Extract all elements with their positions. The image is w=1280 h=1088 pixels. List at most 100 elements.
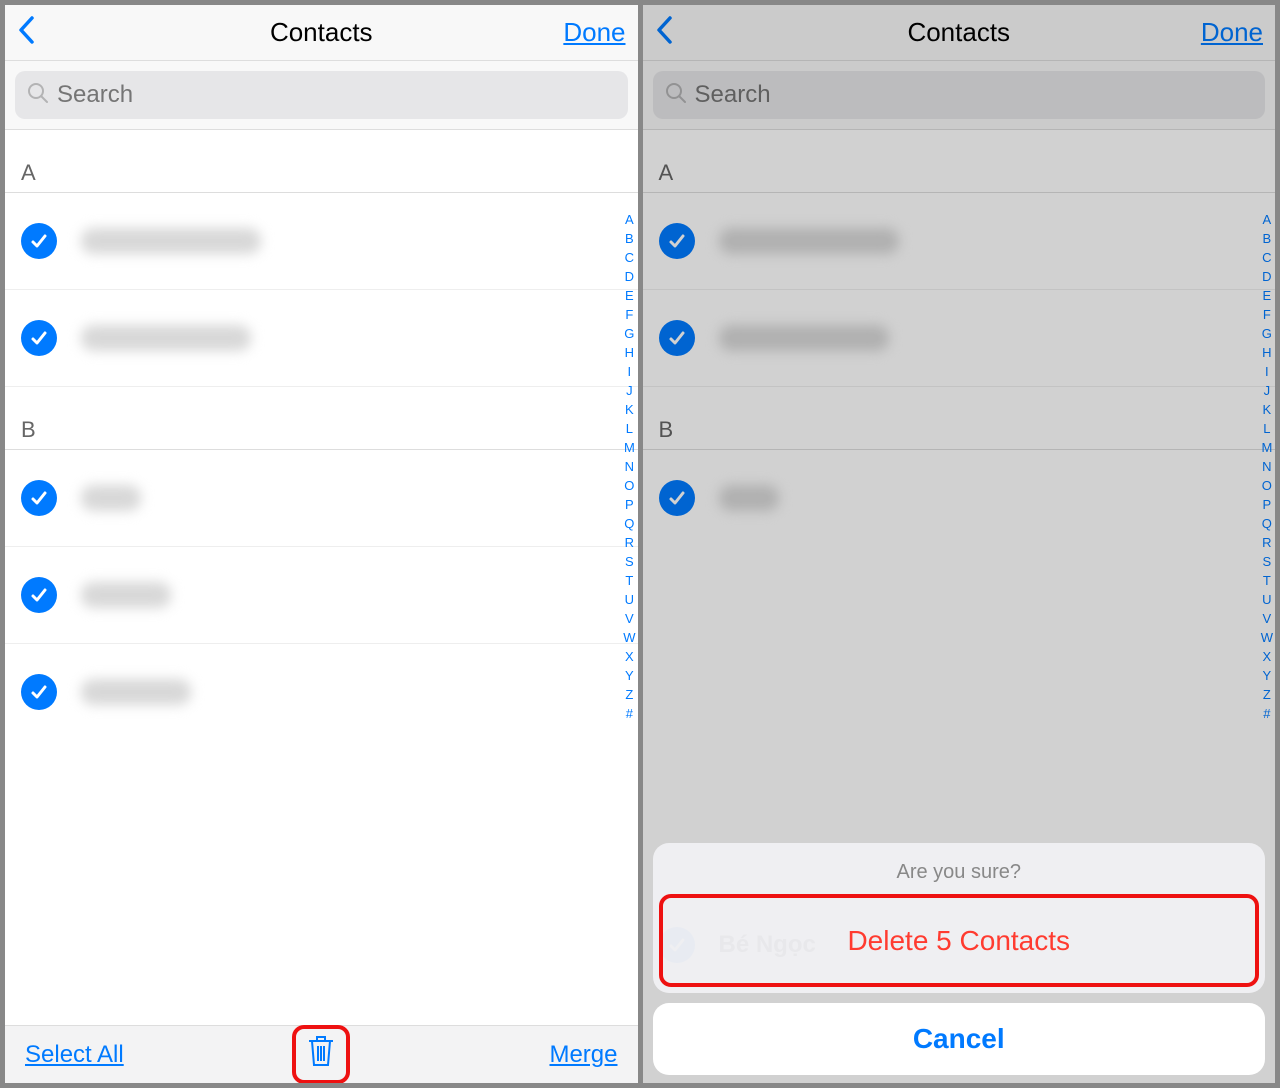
alpha-index-letter[interactable]: G <box>1261 324 1273 343</box>
contact-row <box>643 450 1276 546</box>
alpha-index-letter[interactable]: K <box>1261 400 1273 419</box>
alpha-index-letter[interactable]: I <box>1261 362 1273 381</box>
alpha-index-letter[interactable]: Q <box>623 514 635 533</box>
page-title: Contacts <box>270 17 373 48</box>
checkmark-icon[interactable] <box>21 223 57 259</box>
search-bar <box>643 61 1276 130</box>
alpha-index-letter[interactable]: T <box>623 571 635 590</box>
checkmark-icon[interactable] <box>21 320 57 356</box>
alpha-index-letter[interactable]: # <box>1261 704 1273 723</box>
alpha-index-letter[interactable]: X <box>1261 647 1273 666</box>
alpha-index-letter[interactable]: E <box>1261 286 1273 305</box>
alpha-index-letter[interactable]: O <box>1261 476 1273 495</box>
alpha-index-letter[interactable]: W <box>1261 628 1273 647</box>
alpha-index-letter[interactable]: S <box>1261 552 1273 571</box>
alpha-index-letter[interactable]: N <box>1261 457 1273 476</box>
search-input[interactable] <box>57 81 616 109</box>
alpha-index-letter[interactable]: L <box>1261 419 1273 438</box>
cancel-button[interactable]: Cancel <box>653 1003 1266 1075</box>
screen-delete-confirm: Contacts Done AB ABCDEFGHIJKLMNOPQRSTUVW… <box>643 5 1276 1083</box>
contact-name-blurred <box>719 228 899 254</box>
alpha-index-letter[interactable]: M <box>623 438 635 457</box>
alpha-index-letter[interactable]: P <box>623 495 635 514</box>
alpha-index-letter[interactable]: H <box>623 343 635 362</box>
alpha-index-letter[interactable]: B <box>623 229 635 248</box>
alpha-index-letter[interactable]: F <box>1261 305 1273 324</box>
done-button: Done <box>1201 17 1263 48</box>
alpha-index-letter[interactable]: A <box>623 210 635 229</box>
section-header: B <box>643 387 1276 450</box>
delete-button-highlight <box>292 1025 350 1083</box>
search-icon <box>27 82 49 109</box>
alpha-index-letter[interactable]: L <box>623 419 635 438</box>
alpha-index-letter[interactable]: Z <box>1261 685 1273 704</box>
alpha-index-letter[interactable]: H <box>1261 343 1273 362</box>
delete-contacts-button[interactable]: Delete 5 Contacts <box>663 898 1256 983</box>
section-header: A <box>643 130 1276 193</box>
alpha-index-letter[interactable]: V <box>623 609 635 628</box>
alpha-index-letter[interactable]: # <box>623 704 635 723</box>
search-icon <box>665 82 687 109</box>
merge-button[interactable]: Merge <box>549 1041 617 1069</box>
checkmark-icon[interactable] <box>659 480 695 516</box>
checkmark-icon[interactable] <box>659 223 695 259</box>
trash-icon[interactable] <box>306 1033 336 1076</box>
back-icon <box>655 15 675 50</box>
alpha-index-letter[interactable]: Y <box>623 666 635 685</box>
alpha-index[interactable]: ABCDEFGHIJKLMNOPQRSTUVWXYZ# <box>623 210 635 723</box>
alpha-index-letter[interactable]: V <box>1261 609 1273 628</box>
alpha-index-letter[interactable]: W <box>623 628 635 647</box>
alpha-index-letter[interactable]: S <box>623 552 635 571</box>
alpha-index-letter[interactable]: G <box>623 324 635 343</box>
alpha-index-letter[interactable]: F <box>623 305 635 324</box>
checkmark-icon[interactable] <box>21 577 57 613</box>
search-field[interactable] <box>15 71 628 119</box>
alpha-index-letter[interactable]: N <box>623 457 635 476</box>
checkmark-icon[interactable] <box>659 320 695 356</box>
alpha-index-letter[interactable]: D <box>1261 267 1273 286</box>
alpha-index-letter[interactable]: K <box>623 400 635 419</box>
alpha-index-letter[interactable]: R <box>1261 533 1273 552</box>
contact-name-blurred <box>81 582 171 608</box>
alpha-index-letter[interactable]: Z <box>623 685 635 704</box>
alpha-index-letter[interactable]: R <box>623 533 635 552</box>
alpha-index-letter[interactable]: D <box>623 267 635 286</box>
alpha-index-letter[interactable]: A <box>1261 210 1273 229</box>
alpha-index-letter[interactable]: Y <box>1261 666 1273 685</box>
contact-name-blurred <box>719 325 889 351</box>
contact-name-blurred <box>81 228 261 254</box>
contact-row[interactable] <box>5 644 638 740</box>
alpha-index-letter[interactable]: T <box>1261 571 1273 590</box>
contact-row <box>643 290 1276 387</box>
alpha-index-letter[interactable]: C <box>1261 248 1273 267</box>
contact-row[interactable] <box>5 450 638 547</box>
alpha-index-letter[interactable]: O <box>623 476 635 495</box>
alpha-index-letter[interactable]: P <box>1261 495 1273 514</box>
alpha-index-letter[interactable]: J <box>1261 381 1273 400</box>
contact-name-blurred <box>81 325 251 351</box>
done-button[interactable]: Done <box>563 17 625 48</box>
select-all-button[interactable]: Select All <box>25 1041 124 1069</box>
alpha-index-letter[interactable]: E <box>623 286 635 305</box>
action-sheet: Are you sure? Delete 5 Contacts Cancel <box>653 843 1266 1075</box>
contact-row[interactable] <box>5 290 638 387</box>
navbar: Contacts Done <box>5 5 638 61</box>
contact-name-blurred <box>81 485 141 511</box>
checkmark-icon[interactable] <box>21 674 57 710</box>
alpha-index-letter[interactable]: M <box>1261 438 1273 457</box>
alpha-index-letter[interactable]: C <box>623 248 635 267</box>
action-sheet-title: Are you sure? <box>653 843 1266 894</box>
alpha-index-letter[interactable]: Q <box>1261 514 1273 533</box>
alpha-index-letter[interactable]: I <box>623 362 635 381</box>
alpha-index-letter[interactable]: B <box>1261 229 1273 248</box>
checkmark-icon[interactable] <box>21 480 57 516</box>
contact-row[interactable] <box>5 547 638 644</box>
alpha-index-letter[interactable]: U <box>623 590 635 609</box>
back-icon[interactable] <box>17 15 37 50</box>
alpha-index-letter[interactable]: X <box>623 647 635 666</box>
contact-row[interactable] <box>5 193 638 290</box>
contact-list[interactable]: AB ABCDEFGHIJKLMNOPQRSTUVWXYZ# <box>5 130 638 1025</box>
alpha-index-letter[interactable]: U <box>1261 590 1273 609</box>
alpha-index-letter[interactable]: J <box>623 381 635 400</box>
toolbar: Select All Merge <box>5 1025 638 1083</box>
